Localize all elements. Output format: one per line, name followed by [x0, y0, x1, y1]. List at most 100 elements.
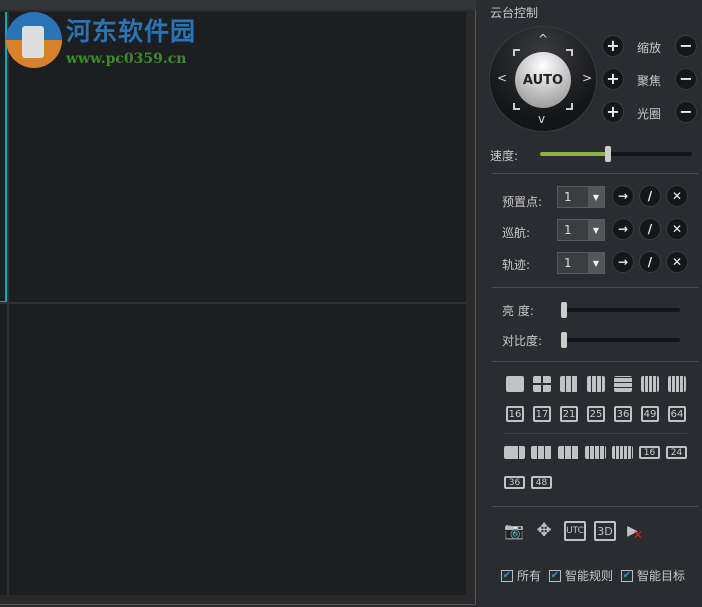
wide-layout-8-icon[interactable]: [585, 446, 606, 459]
speed-slider[interactable]: [540, 146, 692, 162]
brightness-slider[interactable]: [561, 302, 680, 318]
contrast-label: 对比度:: [502, 334, 543, 348]
ptz-upright-icon[interactable]: [566, 49, 573, 56]
cruise-edit-icon[interactable]: /: [640, 219, 660, 239]
preset-select[interactable]: 1 ▼: [557, 186, 605, 208]
ptz-up-icon[interactable]: ^: [538, 33, 548, 45]
focus-minus-button[interactable]: −: [676, 69, 696, 89]
ptz-upleft-icon[interactable]: [513, 49, 520, 56]
ptz-down-icon[interactable]: v: [538, 113, 545, 125]
layout-1-icon[interactable]: [506, 376, 524, 392]
preset-delete-icon[interactable]: ✕: [667, 186, 687, 206]
track-select[interactable]: 1 ▼: [557, 252, 605, 274]
layout-8-icon[interactable]: [587, 376, 605, 392]
checkbox-all[interactable]: ✔ 所有: [501, 567, 541, 584]
divider: [492, 506, 698, 507]
wide-layout-48-button[interactable]: 48: [531, 476, 552, 489]
auto-button[interactable]: AUTO: [515, 52, 571, 108]
preset-value: 1: [564, 190, 572, 204]
layout-13-icon[interactable]: [668, 376, 686, 392]
video-toolbar: [0, 0, 476, 10]
chevron-down-icon: ▼: [588, 253, 604, 273]
logo-icon: [6, 12, 62, 68]
checkbox-label: 智能规则: [565, 569, 614, 583]
ptz-downright-icon[interactable]: [566, 103, 573, 110]
wide-layout-5-icon[interactable]: [531, 446, 552, 459]
panel-title: 云台控制: [490, 6, 539, 20]
divider: [492, 173, 698, 174]
speed-label: 速度:: [490, 149, 519, 163]
iris-plus-button[interactable]: +: [603, 102, 623, 122]
zoom-label: 缩放: [637, 41, 662, 55]
watermark-logo: 河东软件园 www.pc0359.cn: [6, 12, 196, 68]
speed-thumb[interactable]: [605, 146, 612, 162]
track-delete-icon[interactable]: ✕: [667, 252, 687, 272]
watermark-title: 河东软件园: [66, 17, 197, 46]
layout-36-button[interactable]: 36: [614, 406, 632, 422]
layout-64-button[interactable]: 64: [668, 406, 686, 422]
chevron-down-icon: ▼: [588, 187, 604, 207]
focus-plus-button[interactable]: +: [603, 69, 623, 89]
preset-go-icon[interactable]: →: [613, 186, 633, 206]
ptz-right-icon[interactable]: >: [582, 72, 592, 84]
track-edit-icon[interactable]: /: [640, 252, 660, 272]
iris-minus-button[interactable]: −: [676, 102, 696, 122]
focus-label: 聚焦: [637, 74, 662, 88]
3d-button[interactable]: 3D: [594, 521, 616, 541]
wide-layout-16-button[interactable]: 16: [639, 446, 660, 459]
wide-layout-12-icon[interactable]: [612, 446, 633, 459]
track-label: 轨迹:: [502, 258, 531, 272]
divider: [492, 287, 698, 288]
checkbox-icon[interactable]: ✔: [549, 569, 561, 582]
speed-fill: [540, 152, 609, 156]
divider: [503, 433, 687, 434]
wide-layout-6-icon[interactable]: [558, 446, 579, 459]
cruise-select[interactable]: 1 ▼: [557, 219, 605, 241]
video-grid[interactable]: [0, 12, 466, 595]
ptz-joystick[interactable]: ^ v < > AUTO: [490, 27, 596, 131]
brightness-label: 亮 度:: [502, 304, 534, 318]
video-area: 河东软件园 www.pc0359.cn: [0, 0, 476, 605]
chevron-down-icon: ▼: [588, 220, 604, 240]
zoom-out-button[interactable]: −: [676, 36, 696, 56]
cruise-label: 巡航:: [502, 226, 531, 240]
divider: [492, 361, 698, 362]
preset-edit-icon[interactable]: /: [640, 186, 660, 206]
track-value: 1: [564, 256, 572, 270]
layout-6-icon[interactable]: [560, 376, 578, 392]
checkbox-icon[interactable]: ✔: [501, 569, 513, 582]
layout-21-button[interactable]: 21: [560, 406, 578, 422]
layout-10-icon[interactable]: [641, 376, 659, 392]
checkbox-smart-targets[interactable]: ✔ 智能目标: [621, 567, 685, 584]
checkbox-icon[interactable]: ✔: [621, 569, 633, 582]
brightness-thumb[interactable]: [561, 302, 567, 318]
wide-layout-24-button[interactable]: 24: [666, 446, 687, 459]
wide-layout-3-icon[interactable]: [504, 446, 525, 459]
layout-9-icon[interactable]: [614, 376, 632, 392]
ptz-move-icon[interactable]: ✥: [532, 518, 556, 542]
checkbox-label: 智能目标: [637, 569, 686, 583]
camera-snapshot-icon[interactable]: 📷: [504, 521, 524, 540]
wide-layout-36-button[interactable]: 36: [504, 476, 525, 489]
layout-49-button[interactable]: 49: [641, 406, 659, 422]
layout-25-button[interactable]: 25: [587, 406, 605, 422]
layout-4-icon[interactable]: [533, 376, 551, 392]
checkbox-smart-rules[interactable]: ✔ 智能规则: [549, 567, 613, 584]
ptz-left-icon[interactable]: <: [497, 72, 507, 84]
cruise-value: 1: [564, 223, 572, 237]
cruise-go-icon[interactable]: →: [613, 219, 633, 239]
zoom-in-button[interactable]: +: [603, 36, 623, 56]
layout-16-button[interactable]: 16: [506, 406, 524, 422]
checkbox-label: 所有: [517, 569, 542, 583]
utc-button[interactable]: UTC: [564, 521, 586, 541]
cruise-delete-icon[interactable]: ✕: [667, 219, 687, 239]
ptz-downleft-icon[interactable]: [513, 103, 520, 110]
stop-playback-icon[interactable]: ▶ ✕: [624, 521, 646, 542]
iris-label: 光圈: [637, 107, 662, 121]
grid-divider: [0, 302, 466, 304]
preset-label: 预置点:: [502, 195, 543, 209]
layout-17-button[interactable]: 17: [533, 406, 551, 422]
contrast-slider[interactable]: [561, 332, 680, 348]
track-go-icon[interactable]: →: [613, 252, 633, 272]
contrast-thumb[interactable]: [561, 332, 567, 348]
